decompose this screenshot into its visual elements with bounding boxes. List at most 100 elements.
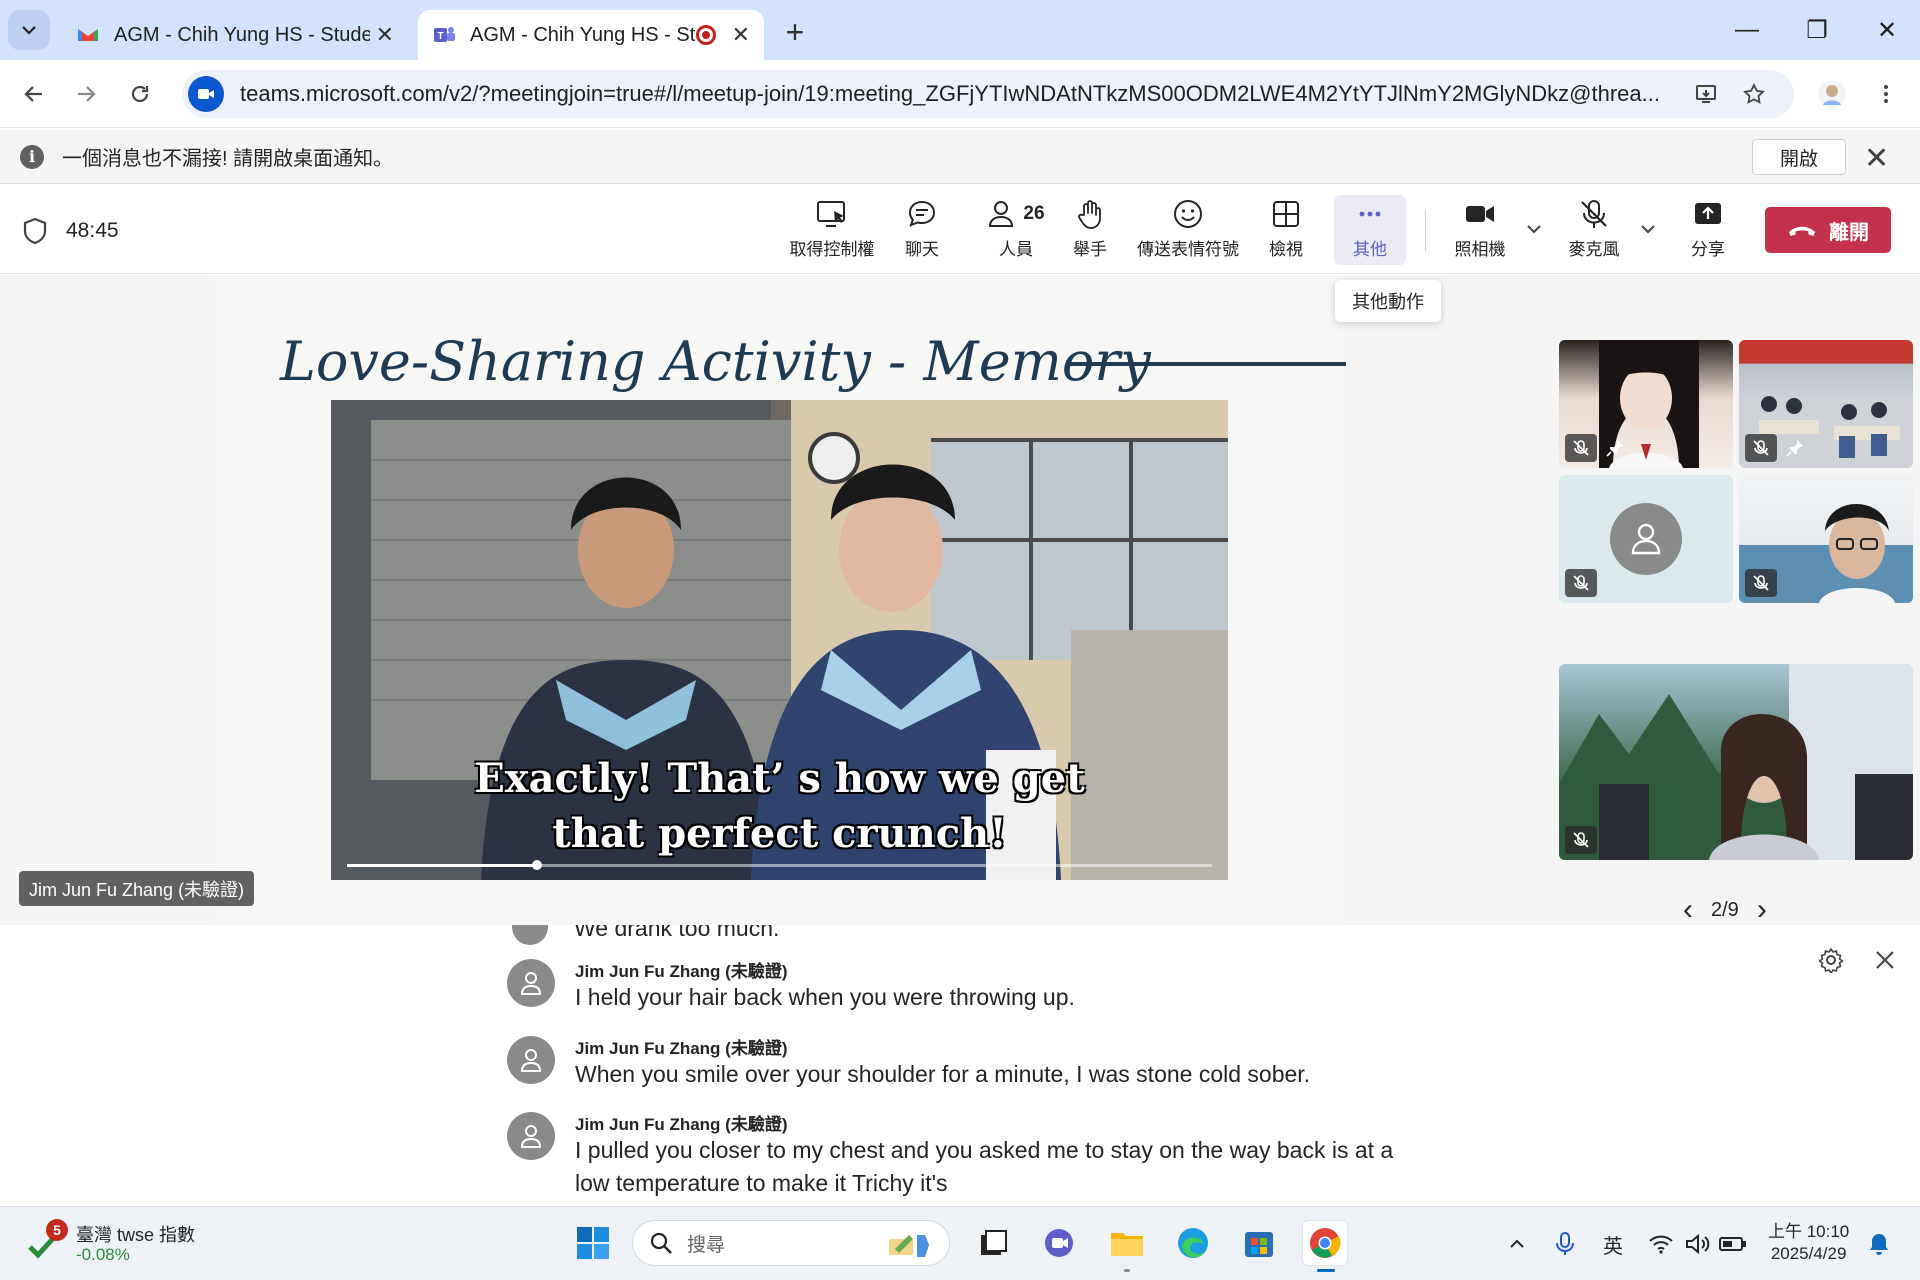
- pin-icon[interactable]: [1781, 434, 1809, 462]
- camera-button[interactable]: 照相機: [1450, 195, 1510, 265]
- store-button[interactable]: [1236, 1220, 1282, 1266]
- minimize-button[interactable]: —: [1712, 0, 1782, 60]
- tray-volume[interactable]: [1680, 1227, 1714, 1261]
- pin-icon[interactable]: [1601, 434, 1629, 462]
- close-window-button[interactable]: ✕: [1852, 0, 1920, 60]
- mic-options-chevron-icon[interactable]: [1638, 219, 1658, 239]
- prev-page-button[interactable]: ‹: [1683, 893, 1693, 927]
- avatar: [1610, 503, 1682, 575]
- taskbar-search[interactable]: 搜尋: [632, 1220, 950, 1266]
- tab-close-icon[interactable]: ✕: [732, 22, 750, 48]
- participant-tile-large[interactable]: [1559, 664, 1913, 860]
- caption-speaker: Jim Jun Fu Zhang (未驗證): [575, 1115, 788, 1134]
- clock-date: 2025/4/29: [1770, 1244, 1847, 1263]
- mic-off-badge: [1565, 569, 1597, 597]
- participant-tile[interactable]: [1739, 475, 1913, 603]
- install-app-icon[interactable]: [1690, 78, 1722, 110]
- mic-off-badge: [1565, 434, 1597, 462]
- system-clock[interactable]: 上午 10:10 2025/4/29: [1768, 1221, 1849, 1265]
- windows-logo-icon: [577, 1227, 609, 1259]
- stock-widget[interactable]: 5 臺灣 twse 指數 -0.08%: [28, 1219, 238, 1269]
- video-subtitle-line2: that perfect crunch!: [552, 810, 1007, 857]
- restore-button[interactable]: ❐: [1782, 0, 1852, 60]
- close-banner-icon[interactable]: ✕: [1864, 141, 1889, 176]
- tray-battery[interactable]: [1716, 1227, 1750, 1261]
- participant-tile[interactable]: [1739, 340, 1913, 468]
- video-progress-bar[interactable]: [347, 860, 1212, 870]
- camera-site-icon[interactable]: [188, 76, 224, 112]
- teams-taskbar-button[interactable]: [1036, 1220, 1082, 1266]
- gear-icon: [1818, 948, 1844, 973]
- reactions-button[interactable]: 傳送表情符號: [1136, 195, 1240, 265]
- mic-off-badge: [1565, 826, 1597, 854]
- mic-button[interactable]: 麥克風: [1564, 195, 1624, 265]
- tray-overflow-chevron[interactable]: [1500, 1227, 1534, 1261]
- shield-icon[interactable]: [22, 217, 48, 245]
- windows-taskbar: 5 臺灣 twse 指數 -0.08% 搜尋 英 上午 10:10 2025/4…: [0, 1206, 1920, 1280]
- edge-button[interactable]: [1170, 1220, 1216, 1266]
- address-bar[interactable]: teams.microsoft.com/v2/?meetingjoin=true…: [182, 70, 1794, 118]
- notification-bell[interactable]: [1862, 1227, 1896, 1261]
- new-tab-button[interactable]: +: [774, 12, 816, 52]
- close-captions-button[interactable]: [1870, 945, 1900, 975]
- teams-icon: T: [434, 27, 455, 42]
- avatar: [507, 1112, 555, 1160]
- tab-search-button[interactable]: [8, 10, 50, 50]
- task-view-button[interactable]: [970, 1220, 1016, 1266]
- svg-text:T: T: [437, 31, 443, 42]
- view-button[interactable]: 檢視: [1264, 195, 1308, 265]
- tab-gmail[interactable]: AGM - Chih Yung HS - Studen ✕: [62, 10, 408, 60]
- camera-options-chevron-icon[interactable]: [1524, 219, 1544, 239]
- avatar: [507, 959, 555, 1007]
- tray-wifi[interactable]: [1644, 1227, 1678, 1261]
- slide-title: Love-Sharing Activity - Memory: [280, 330, 1151, 393]
- page-indicator: 2/9: [1711, 898, 1739, 921]
- chevron-up-icon: [1510, 1239, 1524, 1248]
- caption-speaker: Jim Jun Fu Zhang (未驗證): [575, 962, 788, 981]
- arrow-left-icon: [24, 86, 42, 102]
- people-button[interactable]: 26 人員: [974, 195, 1058, 265]
- more-icon: [1359, 211, 1381, 217]
- folder-icon: [1111, 1233, 1143, 1256]
- caption-settings-button[interactable]: [1816, 945, 1846, 975]
- participant-tile[interactable]: [1559, 475, 1733, 603]
- tab-close-icon[interactable]: ✕: [376, 22, 394, 48]
- start-button[interactable]: [570, 1220, 616, 1266]
- participant-tile[interactable]: [1559, 340, 1733, 468]
- profile-avatar[interactable]: [1812, 74, 1852, 114]
- browser-toolbar: teams.microsoft.com/v2/?meetingjoin=true…: [0, 60, 1920, 128]
- gmail-icon: [78, 29, 98, 41]
- chrome-button[interactable]: [1302, 1220, 1348, 1272]
- close-icon: [1876, 951, 1894, 969]
- back-button[interactable]: [14, 74, 54, 114]
- hand-icon: [1078, 200, 1101, 229]
- more-button[interactable]: 其他: [1334, 195, 1406, 265]
- take-control-button[interactable]: 取得控制權: [786, 195, 878, 265]
- forward-button[interactable]: [66, 74, 106, 114]
- bookmark-star-icon[interactable]: [1738, 78, 1770, 110]
- leave-button[interactable]: 離開: [1765, 207, 1891, 253]
- notification-message: 一個消息也不漏接! 請開啟桌面通知。: [62, 148, 394, 170]
- task-view-icon: [981, 1230, 1007, 1255]
- reload-button[interactable]: [120, 74, 160, 114]
- menu-kebab-icon[interactable]: [1866, 74, 1906, 114]
- file-explorer-button[interactable]: [1104, 1220, 1150, 1272]
- next-page-button[interactable]: ›: [1757, 893, 1767, 927]
- browser-tab-strip: AGM - Chih Yung HS - Studen ✕ T AGM - Ch…: [0, 0, 1920, 60]
- tray-ime[interactable]: 英: [1596, 1227, 1630, 1261]
- video-frame: [331, 400, 1228, 880]
- chat-button[interactable]: 聊天: [896, 195, 948, 265]
- video-progress-fill: [347, 864, 538, 867]
- raise-hand-button[interactable]: 舉手: [1068, 195, 1112, 265]
- search-placeholder: 搜尋: [687, 1234, 726, 1256]
- tab-teams[interactable]: T AGM - Chih Yung HS - Stu ✕: [418, 10, 764, 60]
- share-button[interactable]: 分享: [1682, 195, 1734, 265]
- tray-mic[interactable]: [1548, 1227, 1582, 1261]
- tab-title: AGM - Chih Yung HS - Studen: [114, 23, 370, 46]
- teams-chat-icon: [1045, 1229, 1073, 1257]
- people-count: 26: [1023, 203, 1045, 224]
- enable-notifications-button[interactable]: 開啟: [1752, 139, 1846, 175]
- battery-icon: [1719, 1237, 1746, 1251]
- video-player[interactable]: Exactly! That’ s how we get that perfect…: [331, 400, 1228, 880]
- url-text: teams.microsoft.com/v2/?meetingjoin=true…: [240, 81, 1660, 106]
